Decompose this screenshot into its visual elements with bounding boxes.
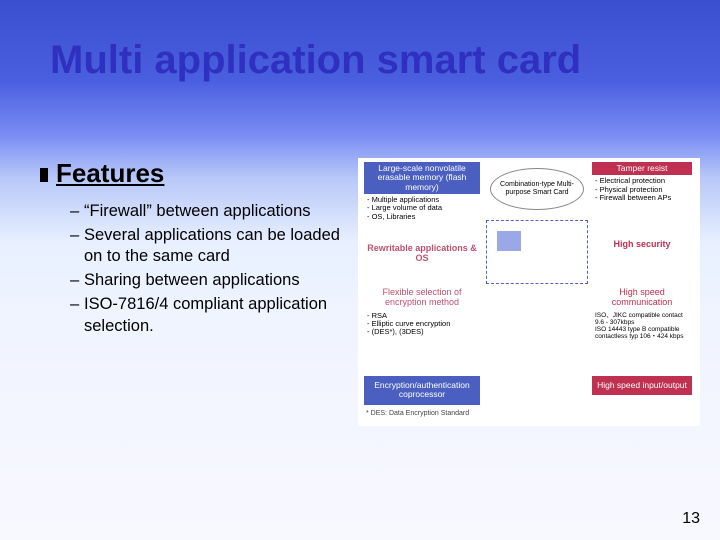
- diagram-box-high-security: High security: [592, 236, 692, 254]
- diagram-box-tamper: Tamper resist - Electrical protection - …: [592, 162, 692, 204]
- diagram-box-coprocessor: Encryption/authentication coprocessor: [364, 376, 480, 405]
- diagram-footnote: * DES: Data Encryption Standard: [366, 410, 469, 417]
- slide: Multi application smart card Features “F…: [0, 0, 720, 540]
- bullet-square-icon: [40, 168, 48, 182]
- diagram-box-body: - Multiple applications - Large volume o…: [364, 194, 480, 223]
- diagram-box-head: High security: [592, 236, 692, 254]
- features-list: “Firewall” between applications Several …: [40, 201, 350, 337]
- feature-item: ISO-7816/4 compliant application selecti…: [70, 294, 350, 336]
- diagram-box-head: Tamper resist: [592, 162, 692, 175]
- diagram-oval-label: Combination-type Multi-purpose Smart Car…: [491, 181, 583, 196]
- diagram-box-head: Large-scale nonvolatile erasable memory …: [364, 162, 480, 194]
- diagram-box-head: Rewritable applications & OS: [364, 240, 480, 268]
- slide-title: Multi application smart card: [50, 38, 581, 83]
- diagram-box-high-speed-io: High speed input/output: [592, 376, 692, 395]
- diagram-oval-center: Combination-type Multi-purpose Smart Car…: [490, 168, 584, 210]
- diagram-box-head: High speed input/output: [592, 376, 692, 395]
- diagram-box-high-speed-comm: High speed communication ISO、JIKC compat…: [592, 286, 692, 342]
- page-number: 13: [682, 510, 700, 528]
- diagram-box-head: Encryption/authentication coprocessor: [364, 376, 480, 405]
- diagram-box-body: - RSA - Elliptic curve encryption - (DES…: [364, 310, 480, 339]
- chip-icon: [486, 220, 588, 284]
- diagram-box-rewritable: Rewritable applications & OS: [364, 236, 480, 268]
- diagram-box-body: - Electrical protection - Physical prote…: [592, 175, 692, 204]
- diagram-box-flash-memory: Large-scale nonvolatile erasable memory …: [364, 162, 480, 223]
- diagram-box-body: ISO、JIKC compatible contact 9.6 - 307kbp…: [592, 310, 692, 343]
- diagram-box-encryption-method: Flexible selection of encryption method …: [364, 286, 480, 339]
- diagram-box-head: High speed communication: [592, 286, 692, 310]
- chip-die-icon: [497, 231, 521, 251]
- feature-item: Sharing between applications: [70, 270, 350, 291]
- diagram: Large-scale nonvolatile erasable memory …: [358, 158, 700, 426]
- feature-item: “Firewall” between applications: [70, 201, 350, 222]
- features-heading: Features: [40, 158, 350, 189]
- features-heading-text: Features: [56, 158, 164, 188]
- feature-item: Several applications can be loaded on to…: [70, 225, 350, 267]
- diagram-box-head: Flexible selection of encryption method: [364, 286, 480, 310]
- content-left: Features “Firewall” between applications…: [40, 158, 350, 340]
